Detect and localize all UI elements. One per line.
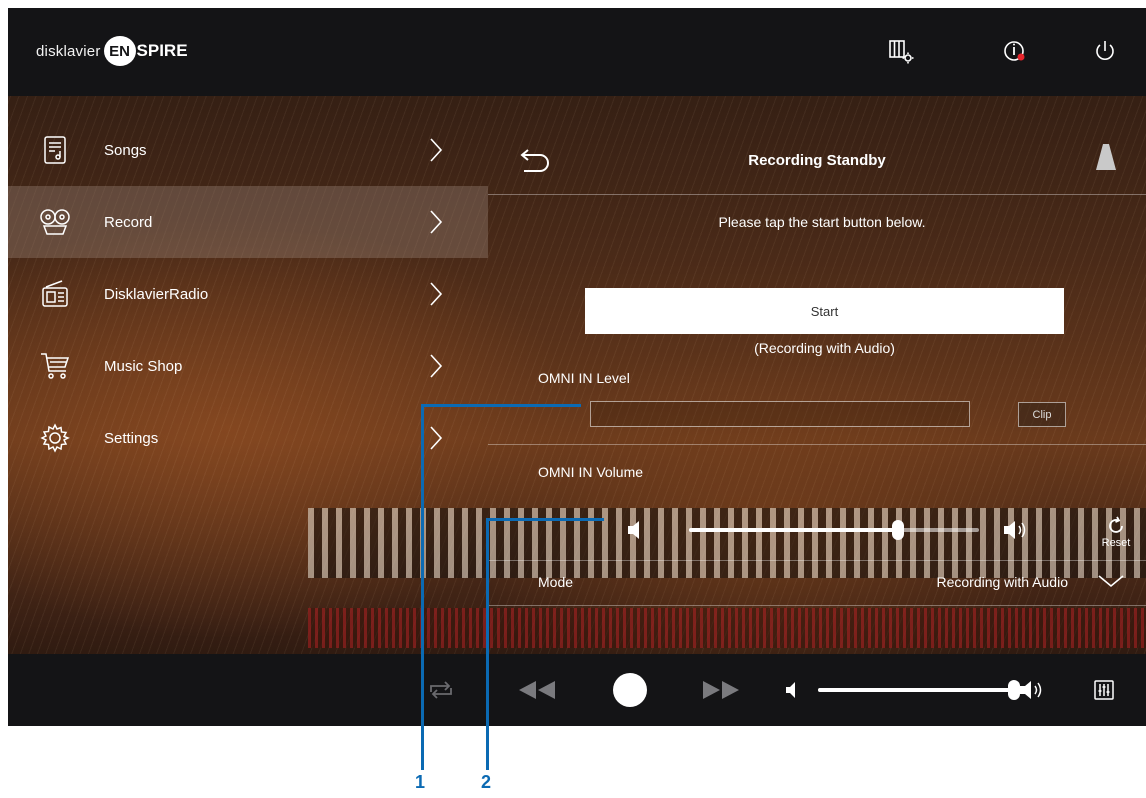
piano-settings-icon[interactable] bbox=[886, 36, 916, 66]
cart-icon bbox=[38, 349, 72, 383]
start-sublabel: (Recording with Audio) bbox=[754, 340, 895, 356]
sidebar-item-label: Songs bbox=[104, 141, 147, 159]
sidebar-item-songs[interactable]: Songs bbox=[8, 114, 488, 186]
omni-in-level-meter bbox=[590, 401, 970, 427]
app-logo: disklavier EN SPIRE bbox=[36, 36, 188, 66]
repeat-icon[interactable] bbox=[424, 678, 458, 702]
power-icon[interactable] bbox=[1090, 36, 1120, 66]
chevron-right-icon bbox=[426, 352, 446, 380]
sidebar-item-label: DisklavierRadio bbox=[104, 285, 209, 303]
reset-icon bbox=[1109, 516, 1123, 533]
callout-1-horizontal-line bbox=[421, 404, 581, 407]
sidebar-item-label: Music Shop bbox=[104, 357, 183, 375]
callout-2-number: 2 bbox=[481, 772, 492, 792]
omni-in-volume-slider[interactable] bbox=[689, 515, 979, 545]
divider bbox=[488, 605, 1146, 606]
callout-2-vertical-line bbox=[486, 518, 489, 770]
gear-icon bbox=[38, 421, 72, 455]
mode-select[interactable]: Recording with Audio bbox=[838, 574, 1068, 590]
speaker-low-icon bbox=[624, 518, 658, 542]
instruction-text: Please tap the start button below. bbox=[718, 214, 926, 230]
omni-in-volume-label: OMNI IN Volume bbox=[538, 464, 644, 480]
chevron-right-icon bbox=[426, 280, 446, 308]
chevron-down-icon[interactable] bbox=[1096, 572, 1126, 590]
logo-badge: EN bbox=[103, 36, 136, 66]
page-title: Recording Standby bbox=[748, 152, 886, 169]
reset-label: Reset bbox=[1101, 537, 1131, 549]
chevron-right-icon bbox=[426, 208, 446, 236]
songs-icon bbox=[38, 133, 72, 167]
sidebar-item-record[interactable]: Record bbox=[8, 186, 488, 258]
sidebar-item-disklavierradio[interactable]: DisklavierRadio bbox=[8, 258, 488, 330]
speaker-high-icon bbox=[1018, 678, 1052, 702]
app-window: disklavier EN SPIRE Songs Record Disklav… bbox=[8, 8, 1146, 726]
info-icon[interactable] bbox=[1000, 36, 1030, 66]
divider bbox=[488, 560, 1146, 561]
slider-thumb[interactable] bbox=[892, 520, 904, 540]
sidebar-nav: Songs Record DisklavierRadio Music Shop … bbox=[8, 114, 488, 484]
radio-icon bbox=[38, 277, 72, 311]
record-icon bbox=[38, 205, 72, 239]
logo-word: disklavier bbox=[36, 42, 101, 60]
reset-button[interactable]: Reset bbox=[1096, 516, 1136, 554]
divider bbox=[488, 194, 1146, 195]
sidebar-item-music-shop[interactable]: Music Shop bbox=[8, 330, 488, 402]
callout-1-vertical-line bbox=[421, 404, 424, 770]
rewind-icon[interactable] bbox=[514, 676, 560, 704]
speaker-high-icon bbox=[1002, 518, 1036, 542]
start-button[interactable]: Start bbox=[585, 288, 1064, 334]
speaker-low-icon bbox=[780, 678, 810, 702]
metronome-icon[interactable] bbox=[1094, 142, 1118, 172]
divider bbox=[488, 444, 1146, 445]
callout-1-number: 1 bbox=[415, 772, 426, 792]
record-button-icon[interactable] bbox=[612, 672, 648, 708]
slider-fill bbox=[689, 528, 898, 532]
omni-in-level-label: OMNI IN Level bbox=[538, 370, 630, 386]
sidebar-item-label: Settings bbox=[104, 429, 159, 447]
clip-indicator[interactable]: Clip bbox=[1018, 402, 1066, 427]
fast-forward-icon[interactable] bbox=[698, 676, 744, 704]
slider-fill bbox=[818, 688, 1014, 692]
top-bar: disklavier EN SPIRE bbox=[8, 8, 1146, 96]
chevron-right-icon bbox=[426, 136, 446, 164]
sidebar-item-settings[interactable]: Settings bbox=[8, 402, 488, 474]
mode-label: Mode bbox=[538, 574, 574, 590]
sidebar-item-label: Record bbox=[104, 213, 153, 231]
transport-bar bbox=[8, 654, 1146, 726]
callout-2-horizontal-line bbox=[486, 518, 604, 521]
recording-panel: Recording Standby Please tap the start b… bbox=[488, 114, 1146, 644]
logo-tail: SPIRE bbox=[136, 41, 188, 60]
master-volume-slider[interactable] bbox=[818, 675, 1020, 705]
chevron-right-icon bbox=[426, 424, 446, 452]
mixer-icon[interactable] bbox=[1091, 678, 1117, 702]
